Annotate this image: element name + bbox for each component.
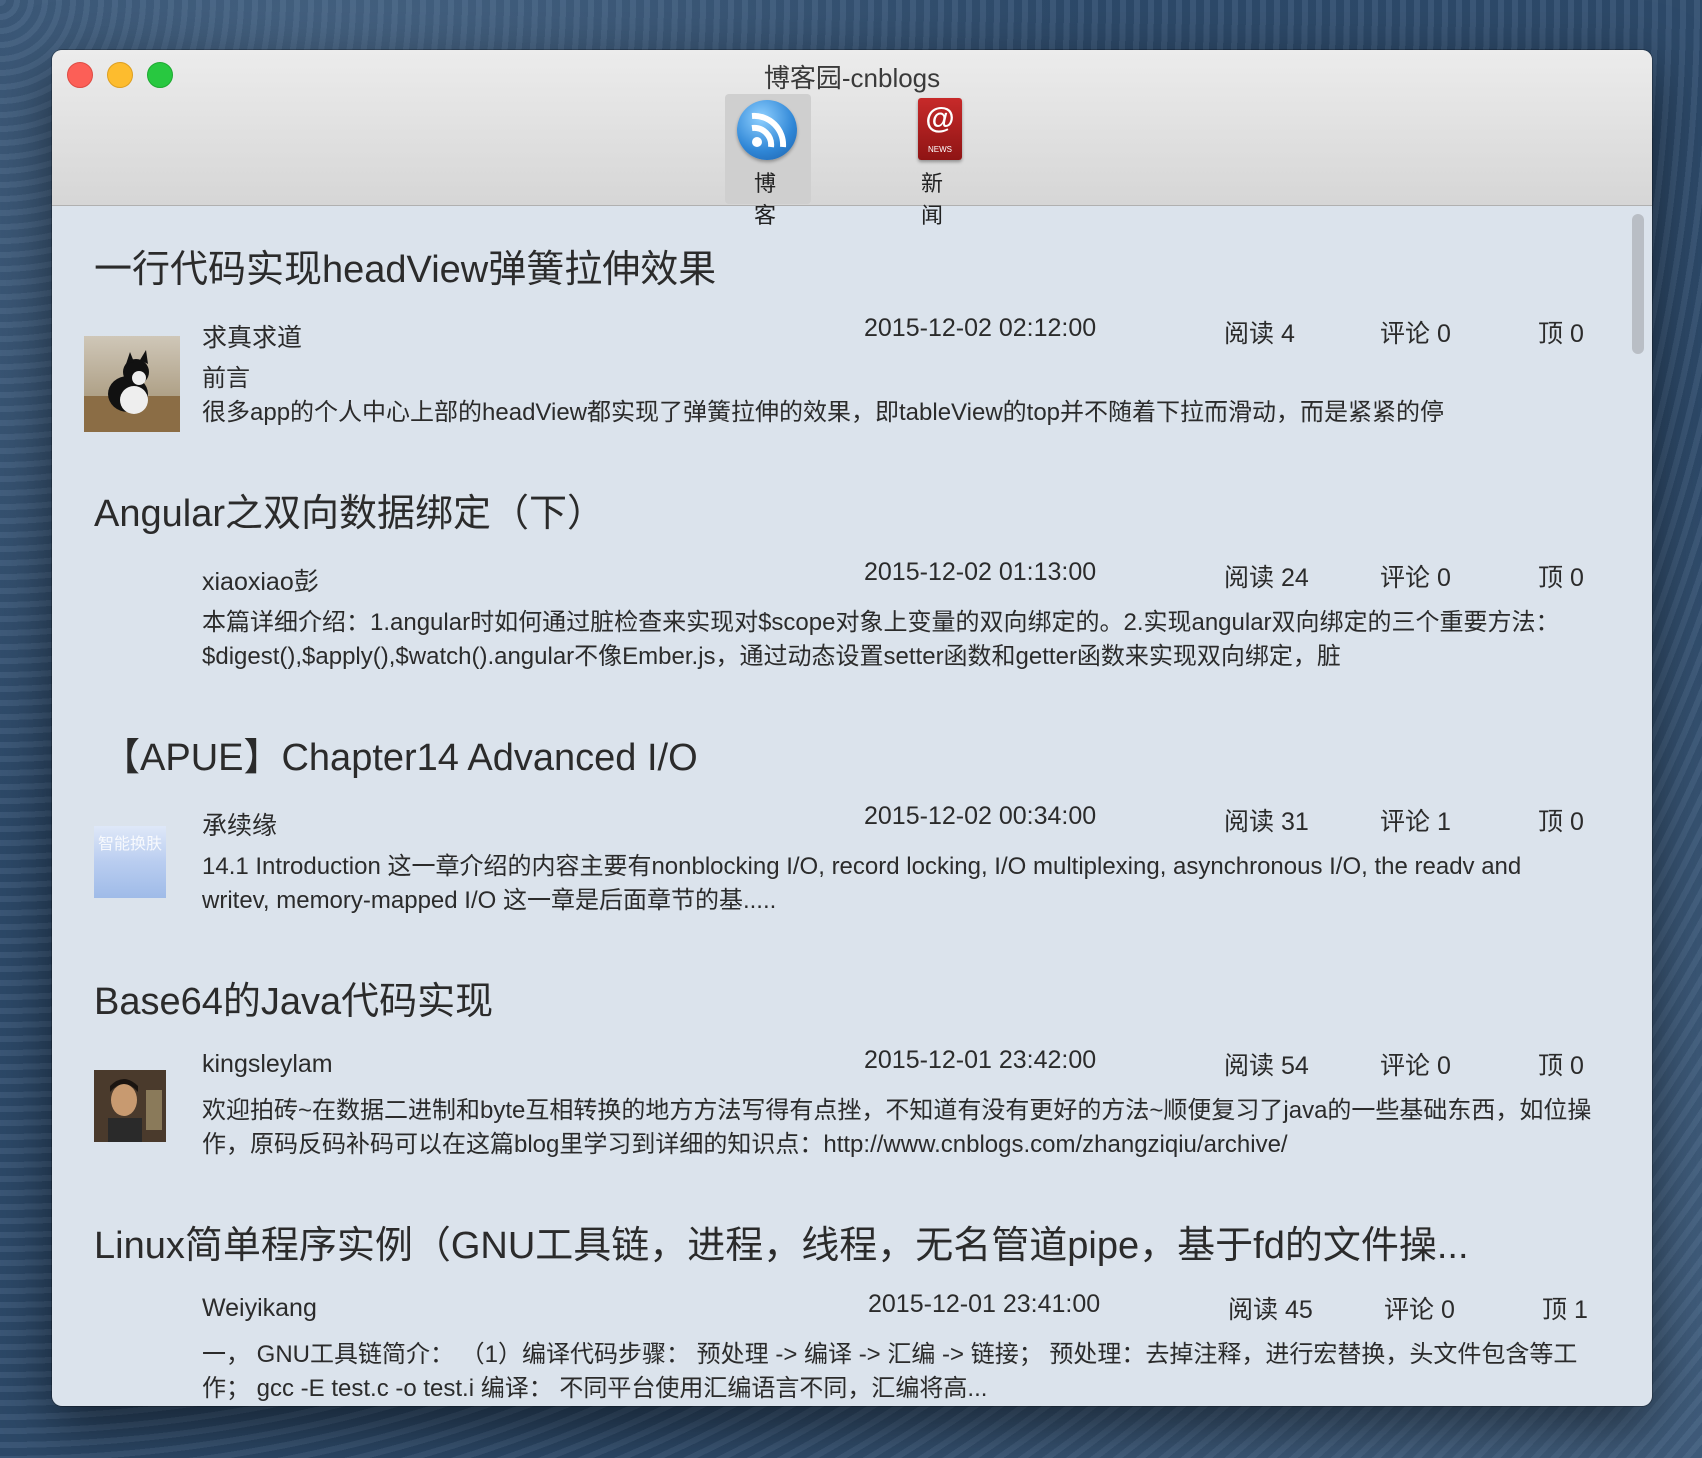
- post-list[interactable]: 一行代码实现headView弹簧拉伸效果 求真求道 2015-12-02 02:…: [52, 206, 1624, 1406]
- post-reads: 阅读 45: [1228, 1296, 1313, 1324]
- toolbar-blog-button[interactable]: 博客: [725, 94, 811, 228]
- post-date: 2015-12-02 02:12:00: [864, 314, 1097, 342]
- post-top: 顶 0: [1538, 808, 1584, 836]
- post-top: 顶 0: [1538, 320, 1584, 348]
- window-title: 博客园-cnblogs: [763, 63, 941, 93]
- post-comments: 评论 0: [1380, 564, 1451, 592]
- post-item[interactable]: Linux简单程序实例（GNU工具链，进程，线程，无名管道pipe，基于fd的文…: [52, 1182, 1624, 1406]
- author-avatar: [84, 336, 180, 432]
- post-comments: 评论 0: [1384, 1296, 1455, 1324]
- post-title[interactable]: Angular之双向数据绑定（下）: [94, 482, 605, 537]
- post-date: 2015-12-01 23:42:00: [864, 1046, 1097, 1074]
- post-summary: 本篇详细介绍：1.angular时如何通过脏检查来实现对$scope对象上变量的…: [202, 609, 1560, 670]
- vertical-scrollbar[interactable]: [1624, 206, 1652, 1406]
- post-title[interactable]: 【APUE】Chapter14 Advanced I/O: [102, 726, 698, 781]
- post-summary: 很多app的个人中心上部的headView都实现了弹簧拉伸的效果，即tableV…: [202, 399, 1445, 426]
- post-title[interactable]: 一行代码实现headView弹簧拉伸效果: [94, 238, 716, 293]
- post-item[interactable]: 【APUE】Chapter14 Advanced I/O 智能换肤 承续缘 20…: [52, 694, 1624, 938]
- scrollbar-thumb[interactable]: [1632, 214, 1644, 354]
- post-date: 2015-12-02 00:34:00: [864, 802, 1097, 830]
- post-reads: 阅读 24: [1224, 564, 1309, 592]
- post-author[interactable]: 求真求道: [202, 318, 302, 354]
- author-avatar: 智能换肤: [94, 826, 166, 898]
- post-comments: 评论 1: [1380, 808, 1451, 836]
- post-author[interactable]: 承续缘: [202, 806, 277, 842]
- post-reads: 阅读 54: [1224, 1052, 1309, 1080]
- app-window: 博客园-cnblogs 博客 @ NEWS 新闻 一行代码实现headView弹…: [52, 50, 1652, 1406]
- post-summary: 一， GNU工具链简介： （1）编译代码步骤： 预处理 -> 编译 -> 汇编 …: [202, 1341, 1578, 1402]
- post-top: 顶 0: [1538, 1052, 1584, 1080]
- news-icon: @ NEWS: [918, 98, 962, 160]
- post-reads: 阅读 4: [1224, 320, 1295, 348]
- post-item[interactable]: 一行代码实现headView弹簧拉伸效果 求真求道 2015-12-02 02:…: [52, 206, 1624, 450]
- post-date: 2015-12-01 23:41:00: [868, 1290, 1101, 1318]
- post-comments: 评论 0: [1380, 1052, 1451, 1080]
- post-date: 2015-12-02 01:13:00: [864, 558, 1097, 586]
- author-avatar: [94, 1070, 166, 1142]
- post-summary: 14.1 Introduction 这一章介绍的内容主要有nonblocking…: [202, 853, 1522, 914]
- post-item[interactable]: Angular之双向数据绑定（下） xiaoxiao彭 2015-12-02 0…: [52, 450, 1624, 694]
- post-lead: 前言: [202, 365, 250, 392]
- post-title[interactable]: Base64的Java代码实现: [94, 970, 493, 1025]
- avatar-caption: 智能换肤: [97, 836, 162, 853]
- post-author[interactable]: kingsleylam: [202, 1050, 333, 1079]
- title-bar: 博客园-cnblogs 博客 @ NEWS 新闻: [52, 50, 1652, 228]
- post-author[interactable]: Weiyikang: [202, 1294, 317, 1323]
- post-comments: 评论 0: [1380, 320, 1451, 348]
- rss-icon: [737, 100, 797, 160]
- post-author[interactable]: xiaoxiao彭: [202, 562, 319, 598]
- post-item[interactable]: Base64的Java代码实现 kingsleylam 2015-12-01 2…: [52, 938, 1624, 1182]
- post-summary: 欢迎拍砖~在数据二进制和byte互相转换的地方方法写得有点挫，不知道有没有更好的…: [202, 1097, 1592, 1158]
- toolbar-news-button[interactable]: @ NEWS 新闻: [892, 94, 978, 228]
- post-top: 顶 0: [1538, 564, 1584, 592]
- post-top: 顶 1: [1542, 1296, 1588, 1324]
- post-title[interactable]: Linux简单程序实例（GNU工具链，进程，线程，无名管道pipe，基于fd的文…: [94, 1214, 1469, 1269]
- post-reads: 阅读 31: [1224, 808, 1309, 836]
